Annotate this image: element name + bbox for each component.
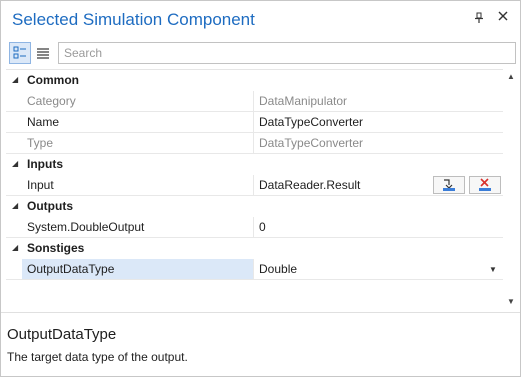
property-row-category[interactable]: Category DataManipulator [6, 91, 503, 112]
category-label: Common [27, 73, 79, 87]
search-box[interactable] [58, 42, 516, 64]
property-name: Input [27, 178, 54, 192]
category-label: Inputs [27, 157, 63, 171]
alphabetical-view-button[interactable] [32, 42, 54, 64]
category-sonstiges[interactable]: ◢ Sonstiges [6, 238, 503, 259]
remove-connection-icon [479, 178, 491, 191]
scroll-down-icon[interactable]: ▼ [507, 297, 515, 306]
toolbar [1, 38, 520, 68]
property-name: Type [27, 136, 54, 150]
connect-input-button[interactable] [433, 176, 465, 194]
categorized-view-button[interactable] [9, 42, 31, 64]
categorized-view-icon [13, 46, 26, 59]
column-divider [253, 112, 254, 133]
properties-panel: Selected Simulation Component Search ◢ C… [0, 0, 521, 377]
description-text: The target data type of the output. [7, 350, 188, 364]
category-common[interactable]: ◢ Common [6, 70, 503, 91]
collapse-arrow-icon[interactable]: ◢ [12, 159, 18, 168]
column-divider [253, 259, 254, 280]
property-value[interactable]: 0 [259, 220, 266, 234]
column-divider [253, 217, 254, 238]
property-value[interactable]: DataTypeConverter [259, 115, 363, 129]
category-outputs[interactable]: ◢ Outputs [6, 196, 503, 217]
title-bar: Selected Simulation Component [1, 1, 520, 38]
property-value: DataManipulator [259, 94, 348, 108]
property-name: Category [27, 94, 76, 108]
property-row-double-output[interactable]: System.DoubleOutput 0 [6, 217, 503, 238]
description-pane: OutputDataType The target data type of t… [1, 312, 520, 377]
category-inputs[interactable]: ◢ Inputs [6, 154, 503, 175]
chevron-down-icon[interactable]: ▼ [489, 265, 497, 274]
property-name: OutputDataType [27, 262, 115, 276]
property-row-type[interactable]: Type DataTypeConverter [6, 133, 503, 154]
property-grid: ◢ Common Category DataManipulator Name D… [6, 69, 503, 311]
property-row-name[interactable]: Name DataTypeConverter [6, 112, 503, 133]
pin-icon[interactable] [472, 12, 486, 26]
collapse-arrow-icon[interactable]: ◢ [12, 243, 18, 252]
category-label: Sonstiges [27, 241, 85, 255]
remove-connection-button[interactable] [469, 176, 501, 194]
property-row-output-data-type[interactable]: OutputDataType Double ▼ [6, 259, 503, 280]
alphabetical-view-icon [37, 48, 49, 59]
search-input[interactable] [64, 44, 504, 62]
column-divider [253, 133, 254, 154]
property-name: System.DoubleOutput [27, 220, 145, 234]
property-value-select[interactable]: Double [259, 262, 297, 276]
property-name: Name [27, 115, 60, 129]
description-title: OutputDataType [7, 326, 117, 343]
collapse-arrow-icon[interactable]: ◢ [12, 75, 18, 84]
property-value: DataTypeConverter [259, 136, 364, 150]
scroll-up-icon[interactable]: ▲ [507, 72, 515, 81]
close-icon[interactable] [495, 10, 511, 26]
column-divider [253, 91, 254, 112]
connect-input-icon [443, 179, 455, 191]
category-label: Outputs [27, 199, 73, 213]
column-divider [253, 175, 254, 196]
panel-title: Selected Simulation Component [12, 10, 255, 29]
vertical-scrollbar[interactable]: ▲ ▼ [504, 69, 519, 310]
property-value[interactable]: DataReader.Result [259, 178, 360, 192]
property-row-input[interactable]: Input DataReader.Result [6, 175, 503, 196]
collapse-arrow-icon[interactable]: ◢ [12, 201, 18, 210]
